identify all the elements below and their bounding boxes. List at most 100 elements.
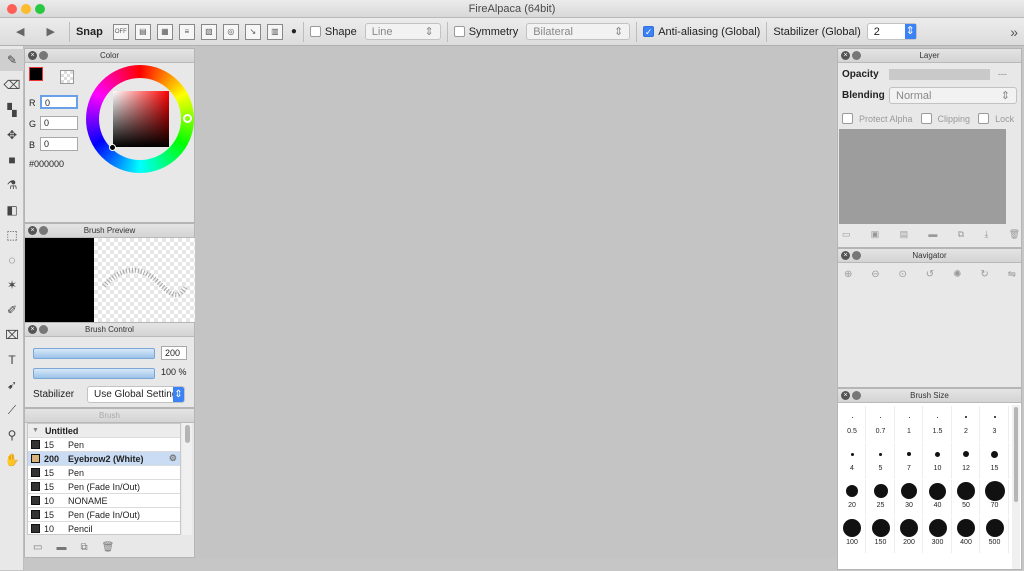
brush-size-cell[interactable]: 10 [925,443,952,479]
rotate-left-icon[interactable]: ↺ [926,269,934,280]
close-icon[interactable]: × [841,251,850,260]
trash-icon[interactable]: 🗑 [102,542,115,553]
brush-size-cell[interactable]: 150 [868,517,895,553]
close-icon[interactable]: × [841,391,850,400]
brush-size-cell[interactable]: 50 [953,480,980,516]
close-window-button[interactable] [7,4,17,14]
new-8bit-layer-icon[interactable]: ▣ [871,229,880,240]
rotate-right-icon[interactable]: ↻ [980,269,988,280]
brush-size-cell[interactable]: 4 [839,443,866,479]
brush-size-cell[interactable]: 40 [925,480,952,516]
canvas-area[interactable] [196,46,836,558]
brush-size-cell[interactable]: 5 [868,443,895,479]
brush-size-cell[interactable]: 2 [953,406,980,442]
text-tool-icon[interactable]: T [0,349,24,371]
brush-size-cell[interactable]: 70 [982,480,1009,516]
new-folder-icon[interactable]: ▬ [928,229,937,240]
snap-parallel-icon[interactable]: ▤ [134,23,151,40]
brush-size-cell[interactable]: 1 [896,406,923,442]
brush-opacity-slider[interactable] [33,368,155,379]
zoom-in-icon[interactable]: ⊕ [844,269,852,280]
antialias-checkbox[interactable]: ✓ [643,26,655,37]
new-layer-icon[interactable]: ▭ [842,229,851,240]
layer-opacity-slider[interactable] [889,69,990,80]
eraser-tool-icon[interactable]: ⌫ [0,74,24,96]
snap-circle-icon[interactable]: ◎ [222,23,239,40]
brush-size-cell[interactable]: 15 [982,443,1009,479]
snap-curve-icon[interactable]: ↘ [244,23,261,40]
hand-tool-icon[interactable]: ✋ [0,449,24,471]
brush-list-item[interactable]: 15 Pen [28,466,180,480]
hue-wheel[interactable] [86,65,194,173]
select-rect-tool-icon[interactable]: ⬚ [0,224,24,246]
next-icon[interactable]: ▶ [46,25,54,38]
snap-off-button[interactable]: OFF [112,23,129,40]
operation-tool-icon[interactable]: ➹ [0,374,24,396]
brush-size-cell[interactable]: 200 [896,517,923,553]
brush-size-scrollbar[interactable] [1012,405,1020,569]
divide-tool-icon[interactable]: ⟋ [0,399,24,421]
brush-size-cell[interactable]: 25 [868,480,895,516]
prev-icon[interactable]: ◀ [16,25,24,38]
pen-tool-icon[interactable]: ✎ [0,49,24,71]
snap-perspective-icon[interactable]: ▧ [200,23,217,40]
snap-dot-icon[interactable]: ● [291,26,297,37]
brush-size-cell[interactable]: 300 [925,517,952,553]
brush-size-slider[interactable] [33,348,155,359]
primary-color-swatch[interactable] [29,67,43,81]
snap-grid-icon[interactable]: ▦ [156,23,173,40]
brush-stabilizer-select[interactable]: Use Global Setting ⇕ [87,386,185,403]
gradient-tool-icon[interactable]: ◧ [0,199,24,221]
brush-size-cell[interactable]: 1.5 [925,406,952,442]
brush-list-item[interactable]: 15 Pen [28,438,180,452]
brush-size-cell[interactable]: 20 [839,480,866,516]
symmetry-checkbox[interactable] [453,26,465,37]
g-input[interactable]: 0 [40,116,78,130]
close-icon[interactable]: × [28,226,37,235]
new-brush-icon[interactable]: ▭ [33,542,42,553]
snap-3d-icon[interactable]: ▥ [266,23,283,40]
snap-lines-icon[interactable]: ≡ [178,23,195,40]
dot-tool-icon[interactable]: ▚ [0,99,24,121]
brush-list-item[interactable]: 10 NONAME [28,494,180,508]
transparent-color-swatch[interactable] [60,70,74,84]
shape-checkbox[interactable] [309,26,321,37]
minimize-window-button[interactable] [21,4,31,14]
fill-rect-tool-icon[interactable]: ■ [0,149,24,171]
duplicate-icon[interactable]: ⧉ [80,542,87,553]
lasso-tool-icon[interactable]: ◌ [0,249,24,271]
r-input[interactable]: 0 [40,95,78,109]
protect-alpha-checkbox[interactable] [842,113,853,124]
brush-list-item[interactable]: 200 Eyebrow2 (White) ⚙ [28,452,180,466]
hue-cursor[interactable] [183,114,192,123]
flip-icon[interactable]: ⇋ [1008,269,1016,280]
disclosure-triangle-icon[interactable]: ▼ [32,427,39,434]
sv-cursor[interactable] [109,144,116,151]
overflow-chevron-icon[interactable]: » [1010,24,1018,40]
zoom-window-button[interactable] [35,4,45,14]
merge-down-icon[interactable]: ⤓ [984,229,988,240]
brush-list-scrollbar[interactable] [182,423,192,535]
brush-size-cell[interactable]: 100 [839,517,866,553]
brush-size-cell[interactable]: 7 [896,443,923,479]
symmetry-select[interactable]: Bilateral ⇕ [526,23,631,40]
delete-layer-icon[interactable]: 🗑 [1009,229,1020,240]
magic-wand-tool-icon[interactable]: ✶ [0,274,24,296]
close-icon[interactable]: × [841,51,850,60]
select-eraser-tool-icon[interactable]: ⌧ [0,324,24,346]
scrollbar-thumb[interactable] [1014,407,1018,502]
collapse-icon[interactable] [852,51,861,60]
collapse-icon[interactable] [39,51,48,60]
collapse-icon[interactable] [39,226,48,235]
collapse-icon[interactable] [39,325,48,334]
collapse-icon[interactable] [852,251,861,260]
move-tool-icon[interactable]: ✥ [0,124,24,146]
eyedropper-tool-icon[interactable]: ⚲ [0,424,24,446]
zoom-out-icon[interactable]: ⊖ [871,269,879,280]
brush-size-cell[interactable]: 400 [953,517,980,553]
scrollbar-thumb[interactable] [184,425,190,443]
clipping-checkbox[interactable] [920,113,932,124]
stabilizer-select[interactable]: 2 ⇕ [866,23,917,40]
brush-size-cell[interactable]: 0.5 [839,406,866,442]
brush-group-row[interactable]: ▼ Untitled [28,424,180,438]
